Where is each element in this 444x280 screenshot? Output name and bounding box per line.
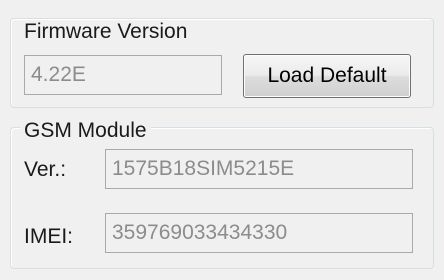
- ver-label: Ver.:: [24, 158, 67, 181]
- imei-label: IMEI:: [24, 225, 74, 248]
- firmware-version-field[interactable]: 4.22E: [24, 55, 222, 95]
- firmware-version-title: Firmware Version: [20, 20, 192, 44]
- load-default-button[interactable]: Load Default: [243, 54, 411, 98]
- ver-field[interactable]: 1575B18SIM5215E: [105, 149, 413, 189]
- imei-field[interactable]: 359769033434330: [105, 213, 413, 253]
- settings-panel: Firmware Version 4.22E Load Default GSM …: [0, 0, 444, 280]
- gsm-module-title: GSM Module: [20, 119, 151, 143]
